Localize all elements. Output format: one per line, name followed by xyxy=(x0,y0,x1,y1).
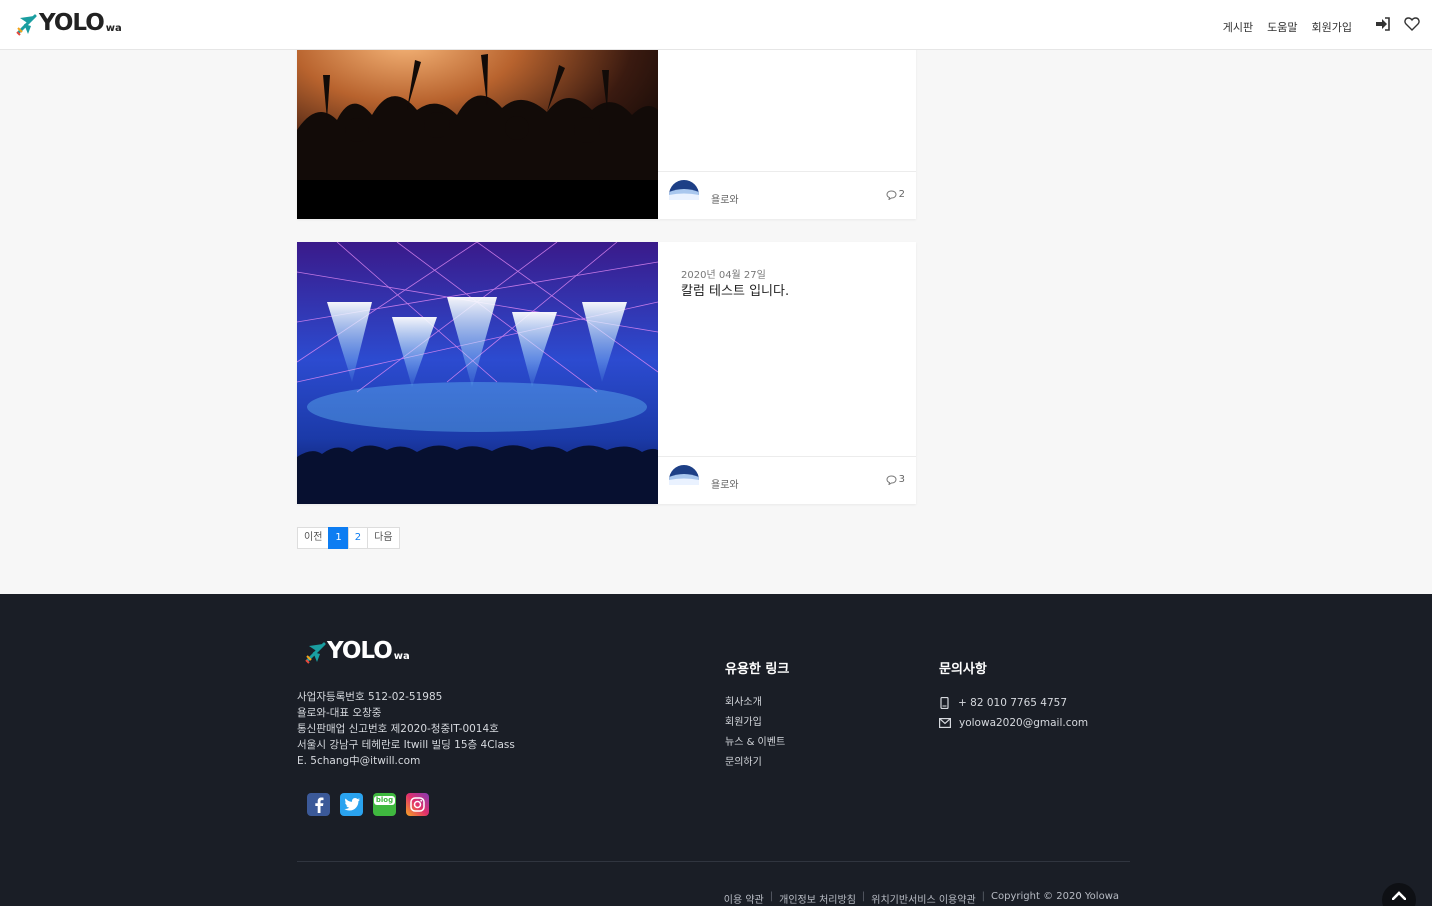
comment-count[interactable]: 3 xyxy=(886,474,905,485)
separator: | xyxy=(769,891,774,902)
pagination: 이전 1 2 다음 xyxy=(297,527,400,549)
logo-text: YOLO xyxy=(39,10,105,36)
contact-phone-number: + 82 010 7765 4757 xyxy=(958,697,1067,709)
blog-icon-label: blog xyxy=(373,796,396,805)
avatar xyxy=(669,180,699,200)
site-header: YOLO wa 게시판 도움말 회원가입 xyxy=(0,0,1432,50)
plane-logo-icon xyxy=(16,14,37,36)
terms-link[interactable]: 이용 약관 xyxy=(724,891,764,906)
nav-help[interactable]: 도움말 xyxy=(1267,19,1297,35)
link-about[interactable]: 회사소개 xyxy=(725,693,785,713)
logo-sub-text: wa xyxy=(105,23,122,34)
nav-signup[interactable]: 회원가입 xyxy=(1312,19,1352,35)
footer-logo-text: YOLO xyxy=(327,638,393,664)
privacy-link[interactable]: 개인정보 처리방침 xyxy=(779,891,856,906)
post-author: 욜로와 xyxy=(711,195,739,206)
pagination-prev[interactable]: 이전 xyxy=(297,527,330,549)
comment-count-value: 3 xyxy=(898,474,905,485)
contact-heading: 문의사항 xyxy=(939,662,987,677)
plane-logo-icon xyxy=(305,642,326,664)
link-signup[interactable]: 회원가입 xyxy=(725,713,785,733)
footer-logo-sub-text: wa xyxy=(393,651,410,662)
footer-divider xyxy=(297,861,1130,862)
copyright: Copyright © 2020 Yolowa xyxy=(991,891,1119,902)
mail-order-number: 통신판매업 신고번호 제2020-청중IT-0014호 xyxy=(297,723,499,735)
pagination-page-1[interactable]: 1 xyxy=(328,527,349,549)
footer-logo[interactable]: YOLO wa xyxy=(305,638,410,664)
pagination-page-2[interactable]: 2 xyxy=(347,527,369,549)
link-news-events[interactable]: 뉴스 & 이벤트 xyxy=(725,733,785,753)
company-info: 사업자등록번호 512-02-51985 욜로와-대표 오창중 통신판매업 신고… xyxy=(297,689,515,769)
comment-icon xyxy=(886,189,897,200)
separator: | xyxy=(861,891,866,902)
facebook-icon[interactable] xyxy=(307,793,330,816)
heart-icon[interactable] xyxy=(1404,16,1420,32)
pagination-next[interactable]: 다음 xyxy=(367,527,400,549)
site-logo[interactable]: YOLO wa xyxy=(16,10,122,36)
contact-info: + 82 010 7765 4757 yolowa2020@gmail.com xyxy=(939,693,1088,733)
post-card[interactable]: 2020년 04월 27일 칼럼 테스트 입니다. 욜로와 3 xyxy=(297,242,916,504)
post-author: 욜로와 xyxy=(711,480,739,491)
company-email: E. 5chang中@itwill.com xyxy=(297,755,421,767)
company-address: 서울시 강남구 테헤란로 Itwill 빌딩 15층 4Class xyxy=(297,739,515,751)
comment-count-value: 2 xyxy=(898,189,905,200)
post-meta: 욜로와 2 xyxy=(658,171,916,219)
business-number: 사업자등록번호 512-02-51985 xyxy=(297,691,443,703)
post-title[interactable]: 칼럼 테스트 입니다. xyxy=(681,280,789,299)
footer-bottom-links: 이용 약관 | 개인정보 처리방침 | 위치기반서비스 이용약관 | Copyr… xyxy=(724,891,1119,906)
location-terms-link[interactable]: 위치기반서비스 이용약관 xyxy=(871,891,975,906)
concert-stage-lights-image xyxy=(297,242,658,504)
link-contact[interactable]: 문의하기 xyxy=(725,753,785,773)
contact-email[interactable]: yolowa2020@gmail.com xyxy=(939,713,1088,733)
social-links: blog xyxy=(307,793,429,816)
login-icon[interactable] xyxy=(1375,16,1391,32)
post-date: 2020년 04월 27일 xyxy=(681,270,766,281)
avatar xyxy=(669,465,699,485)
main-nav: 게시판 도움말 회원가입 xyxy=(1223,19,1352,35)
chevron-up-icon xyxy=(1392,891,1406,900)
contact-email-address[interactable]: yolowa2020@gmail.com xyxy=(959,713,1088,733)
post-meta: 욜로와 3 xyxy=(658,456,916,504)
contact-phone: + 82 010 7765 4757 xyxy=(939,693,1088,713)
comment-count[interactable]: 2 xyxy=(886,189,905,200)
phone-icon xyxy=(940,697,949,709)
useful-links-heading: 유용한 링크 xyxy=(725,662,790,677)
separator: | xyxy=(981,891,986,902)
instagram-icon[interactable] xyxy=(406,793,429,816)
envelope-icon xyxy=(939,718,951,728)
site-footer: YOLO wa 사업자등록번호 512-02-51985 욜로와-대표 오창중 … xyxy=(0,594,1432,906)
scroll-to-top-button[interactable] xyxy=(1382,883,1416,906)
post-body: 2020년 04월 27일 칼럼 테스트 입니다. 욜로와 3 xyxy=(658,242,916,504)
blog-icon[interactable]: blog xyxy=(373,793,396,816)
nav-board[interactable]: 게시판 xyxy=(1223,19,1253,35)
useful-links: 회사소개 회원가입 뉴스 & 이벤트 문의하기 xyxy=(725,693,785,773)
post-image-stage-lights[interactable] xyxy=(297,242,658,504)
comment-icon xyxy=(886,474,897,485)
company-representative: 욜로와-대표 오창중 xyxy=(297,707,382,719)
twitter-icon[interactable] xyxy=(340,793,363,816)
